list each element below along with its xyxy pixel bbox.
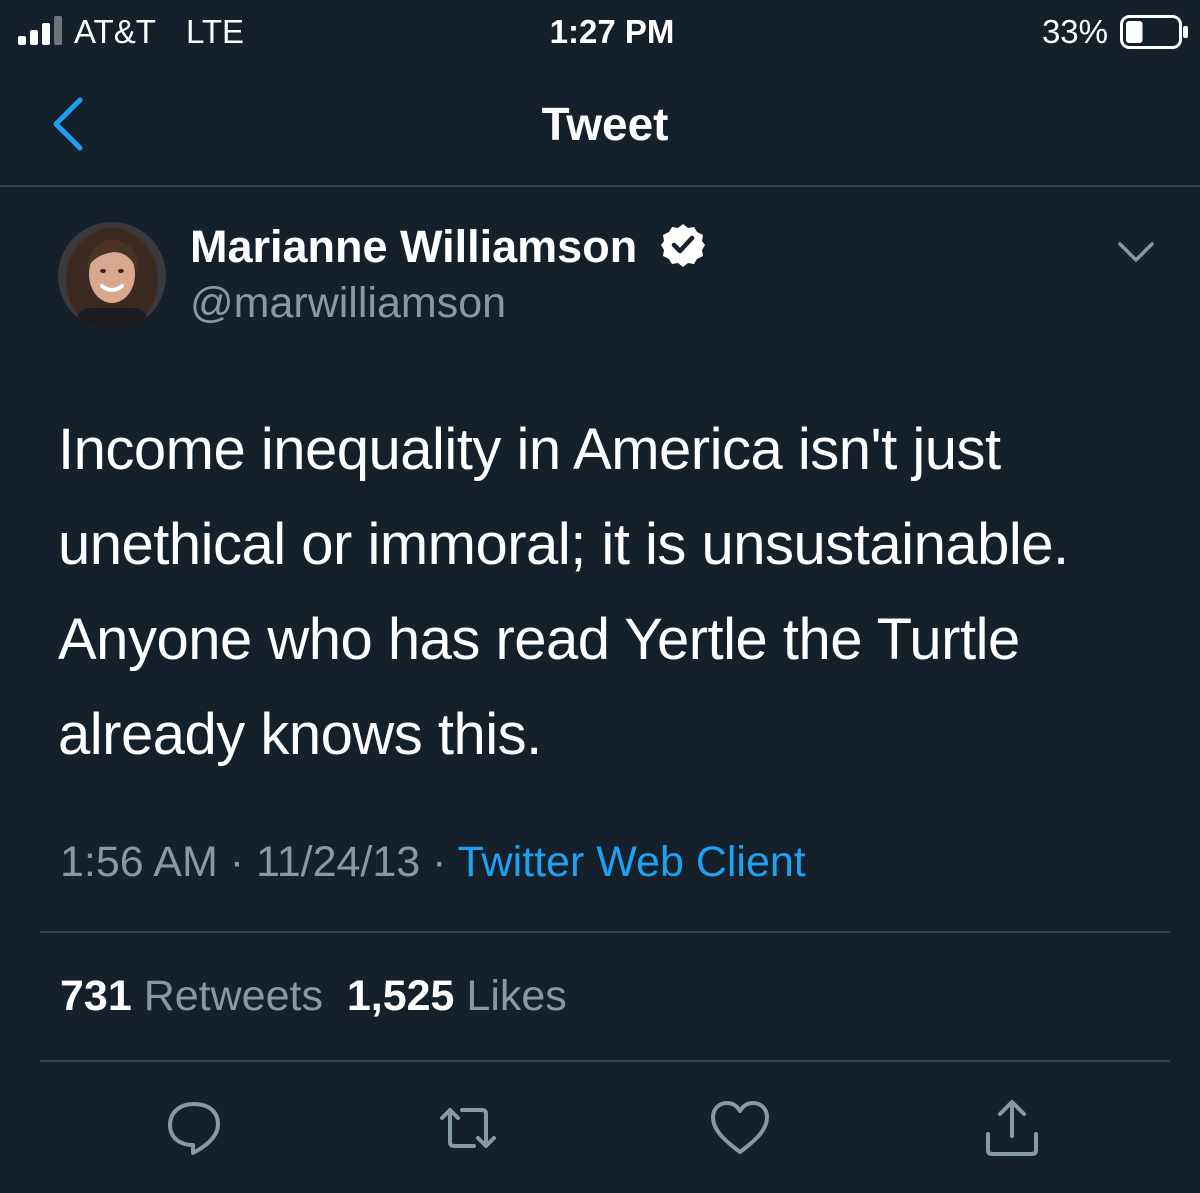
heart-icon — [711, 1101, 769, 1154]
tweet-source-link[interactable]: Twitter Web Client — [458, 838, 806, 886]
battery-percentage: 33% — [1041, 13, 1108, 50]
separator-dot: · — [229, 838, 245, 886]
retweet-icon — [440, 1108, 496, 1148]
like-button[interactable] — [708, 1096, 772, 1160]
battery-icon — [1120, 15, 1188, 49]
divider — [40, 931, 1170, 933]
verified-badge-icon — [661, 224, 705, 267]
tweet-time: 1:56 AM — [60, 838, 218, 886]
retweet-label: Retweets — [143, 972, 323, 1020]
like-count: 1,525 — [346, 972, 455, 1020]
chevron-down-icon — [1118, 242, 1154, 262]
tweet-stats: 731 Retweets 1,525 Likes — [60, 968, 567, 1024]
status-bar: AT&T LTE 1:27 PM 33% — [0, 0, 1200, 62]
likes-stat[interactable]: 1,525 Likes — [347, 972, 567, 1020]
retweet-count: 731 — [60, 972, 132, 1020]
avatar[interactable] — [58, 222, 166, 330]
author-handle[interactable]: @marwilliamson — [190, 276, 506, 330]
tweet-timestamp-line: 1:56 AM · 11/24/13 · Twitter Web Client — [60, 834, 806, 890]
status-time: 1:27 PM — [549, 13, 675, 50]
separator-dot: · — [432, 838, 447, 886]
reply-icon — [168, 1102, 220, 1155]
more-options-button[interactable] — [1114, 234, 1158, 270]
reply-button[interactable] — [162, 1096, 226, 1160]
divider — [40, 1060, 1170, 1062]
like-label: Likes — [466, 972, 567, 1020]
retweets-stat[interactable]: 731 Retweets — [60, 972, 323, 1020]
author-name[interactable]: Marianne Williamson — [190, 220, 637, 274]
tweet-text: Income inequality in America isn't just … — [58, 417, 1069, 767]
share-button[interactable] — [980, 1096, 1044, 1160]
retweet-button[interactable] — [436, 1096, 500, 1160]
share-icon — [986, 1100, 1038, 1156]
page-title: Tweet — [541, 98, 669, 150]
profile-photo — [58, 222, 166, 330]
tweet-date: 11/24/13 — [256, 838, 421, 886]
